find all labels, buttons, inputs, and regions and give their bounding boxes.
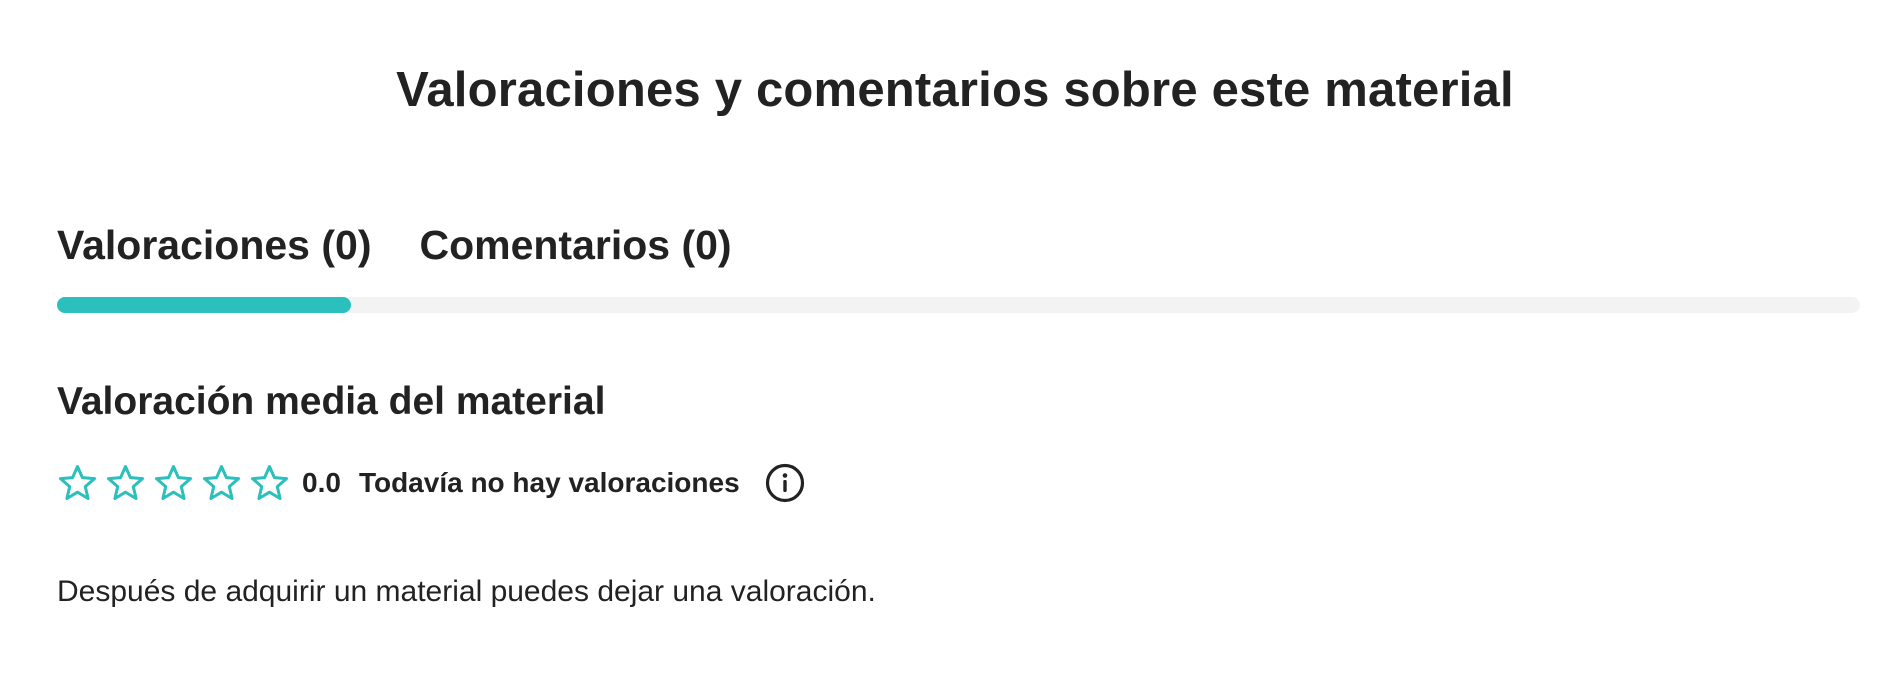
tab-valoraciones[interactable]: Valoraciones (0) xyxy=(57,218,371,272)
star-icon xyxy=(201,463,242,504)
info-icon[interactable] xyxy=(764,462,806,504)
star-icon xyxy=(57,463,98,504)
rating-score: 0.0 xyxy=(302,467,341,498)
rating-status-text: Todavía no hay valoraciones xyxy=(358,467,740,498)
tab-track xyxy=(57,297,1860,313)
section-heading: Valoración media del material xyxy=(57,380,606,423)
star-icon xyxy=(153,463,194,504)
rating-instructions: Después de adquirir un material puedes d… xyxy=(57,575,876,608)
page-title: Valoraciones y comentarios sobre este ma… xyxy=(396,63,1514,117)
rating-summary: 0.0 Todavía no hay valoraciones xyxy=(57,460,806,506)
star-icon xyxy=(249,463,290,504)
tab-bar: Valoraciones (0) Comentarios (0) xyxy=(57,218,732,272)
ratings-page: Valoraciones y comentarios sobre este ma… xyxy=(0,0,1885,688)
tab-comentarios[interactable]: Comentarios (0) xyxy=(419,218,731,272)
star-rating xyxy=(57,463,290,504)
star-icon xyxy=(105,463,146,504)
active-tab-indicator xyxy=(57,297,351,313)
